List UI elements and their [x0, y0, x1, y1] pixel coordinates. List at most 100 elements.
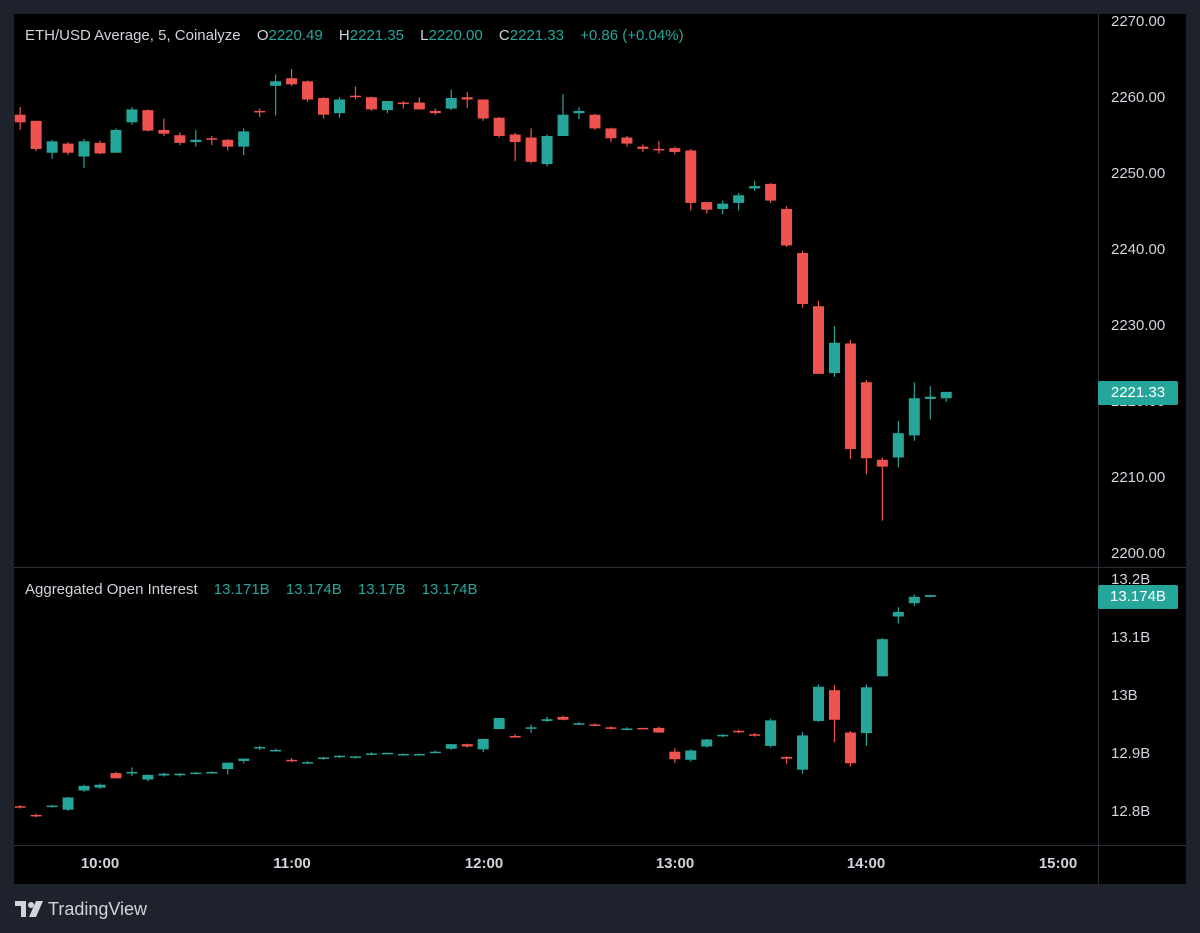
price-candle[interactable] [349, 86, 361, 100]
oi-candle[interactable] [908, 594, 920, 607]
oi-candle[interactable] [733, 729, 745, 734]
chart-canvas[interactable] [0, 0, 1200, 933]
price-candle[interactable] [190, 129, 202, 147]
oi-candle[interactable] [765, 718, 777, 748]
oi-candle[interactable] [701, 738, 713, 748]
price-candle[interactable] [445, 89, 457, 111]
oi-candle[interactable] [14, 805, 26, 809]
oi-candle[interactable] [126, 767, 138, 777]
symbol-title[interactable]: ETH/USD Average, 5, Coinalyze [25, 27, 241, 44]
oi-candle[interactable] [334, 755, 345, 759]
tradingview-brand[interactable]: TradingView [14, 898, 147, 920]
oi-candle[interactable] [349, 756, 361, 759]
oi-candle[interactable] [621, 727, 633, 731]
price-candle[interactable] [206, 136, 218, 146]
oi-candle[interactable] [605, 726, 617, 730]
oi-candle[interactable] [892, 607, 904, 624]
price-candle[interactable] [334, 97, 345, 118]
oi-candle[interactable] [46, 805, 58, 808]
oi-candle[interactable] [860, 684, 872, 746]
price-candle[interactable] [397, 101, 409, 109]
price-candle[interactable] [493, 117, 505, 138]
oi-candle[interactable] [318, 756, 330, 760]
oi-candle[interactable] [924, 595, 936, 598]
price-candle[interactable] [685, 148, 697, 211]
price-candle[interactable] [621, 136, 633, 147]
price-candle[interactable] [924, 386, 936, 420]
oi-candle[interactable] [493, 718, 505, 730]
price-candle[interactable] [46, 139, 58, 159]
oi-candle[interactable] [365, 752, 377, 756]
oi-candle[interactable] [270, 748, 282, 752]
price-candle[interactable] [892, 421, 904, 468]
price-candle[interactable] [541, 134, 553, 167]
oi-candle[interactable] [94, 783, 106, 789]
oi-candle[interactable] [653, 726, 665, 733]
price-candle[interactable] [381, 101, 393, 114]
oi-title[interactable]: Aggregated Open Interest [25, 581, 198, 598]
price-candle[interactable] [813, 300, 824, 374]
oi-candle[interactable] [381, 752, 393, 755]
oi-candle[interactable] [142, 774, 154, 782]
price-candle[interactable] [765, 183, 777, 203]
price-candle[interactable] [174, 132, 186, 146]
price-candle[interactable] [797, 250, 809, 308]
price-candle[interactable] [222, 139, 234, 151]
price-candle[interactable] [429, 108, 441, 115]
oi-candle[interactable] [190, 771, 202, 775]
price-candle[interactable] [669, 146, 681, 155]
price-candle[interactable] [365, 96, 377, 111]
oi-candle[interactable] [445, 744, 457, 750]
oi-candle[interactable] [30, 813, 42, 818]
oi-candle[interactable] [541, 716, 553, 723]
price-candle[interactable] [110, 128, 122, 153]
price-candle[interactable] [286, 69, 298, 86]
oi-candle[interactable] [685, 749, 697, 762]
price-candle[interactable] [653, 141, 665, 154]
oi-candle[interactable] [302, 760, 314, 764]
price-candle[interactable] [701, 202, 713, 214]
price-candle[interactable] [525, 128, 537, 164]
price-candle[interactable] [270, 74, 282, 116]
oi-candle[interactable] [158, 772, 170, 777]
price-candle[interactable] [605, 127, 617, 143]
price-candle[interactable] [717, 200, 729, 215]
oi-candle[interactable] [781, 756, 793, 764]
oi-candle[interactable] [78, 784, 90, 792]
price-candle[interactable] [844, 339, 856, 459]
oi-candle[interactable] [222, 762, 234, 775]
price-candle[interactable] [158, 118, 170, 136]
price-candle[interactable] [94, 140, 106, 155]
oi-candle[interactable] [557, 715, 569, 721]
price-candle[interactable] [876, 457, 888, 521]
price-candle[interactable] [860, 379, 872, 475]
price-candle[interactable] [733, 193, 745, 211]
price-candle[interactable] [78, 139, 90, 168]
oi-candle[interactable] [876, 638, 888, 677]
price-candle[interactable] [637, 144, 649, 152]
price-candle[interactable] [509, 132, 521, 162]
oi-candle[interactable] [844, 730, 856, 767]
oi-candle[interactable] [286, 758, 298, 763]
price-candle[interactable] [573, 107, 585, 120]
price-candle[interactable] [62, 142, 74, 155]
oi-candle[interactable] [637, 727, 649, 730]
oi-candle[interactable] [110, 771, 122, 779]
oi-candle[interactable] [749, 733, 761, 737]
oi-candle[interactable] [461, 743, 473, 748]
oi-candle[interactable] [828, 684, 840, 743]
oi-candle[interactable] [717, 733, 729, 738]
price-candle[interactable] [30, 120, 42, 152]
oi-candle[interactable] [525, 724, 537, 734]
price-candle[interactable] [142, 109, 154, 132]
oi-candle[interactable] [62, 796, 74, 811]
price-candle[interactable] [461, 91, 473, 108]
price-candle[interactable] [477, 99, 489, 121]
price-candle[interactable] [302, 80, 314, 102]
oi-candle[interactable] [238, 758, 250, 764]
price-candle[interactable] [318, 97, 330, 119]
oi-candle[interactable] [477, 738, 489, 753]
oi-candle[interactable] [797, 731, 809, 774]
price-candle[interactable] [940, 391, 952, 402]
price-candle[interactable] [749, 180, 761, 191]
